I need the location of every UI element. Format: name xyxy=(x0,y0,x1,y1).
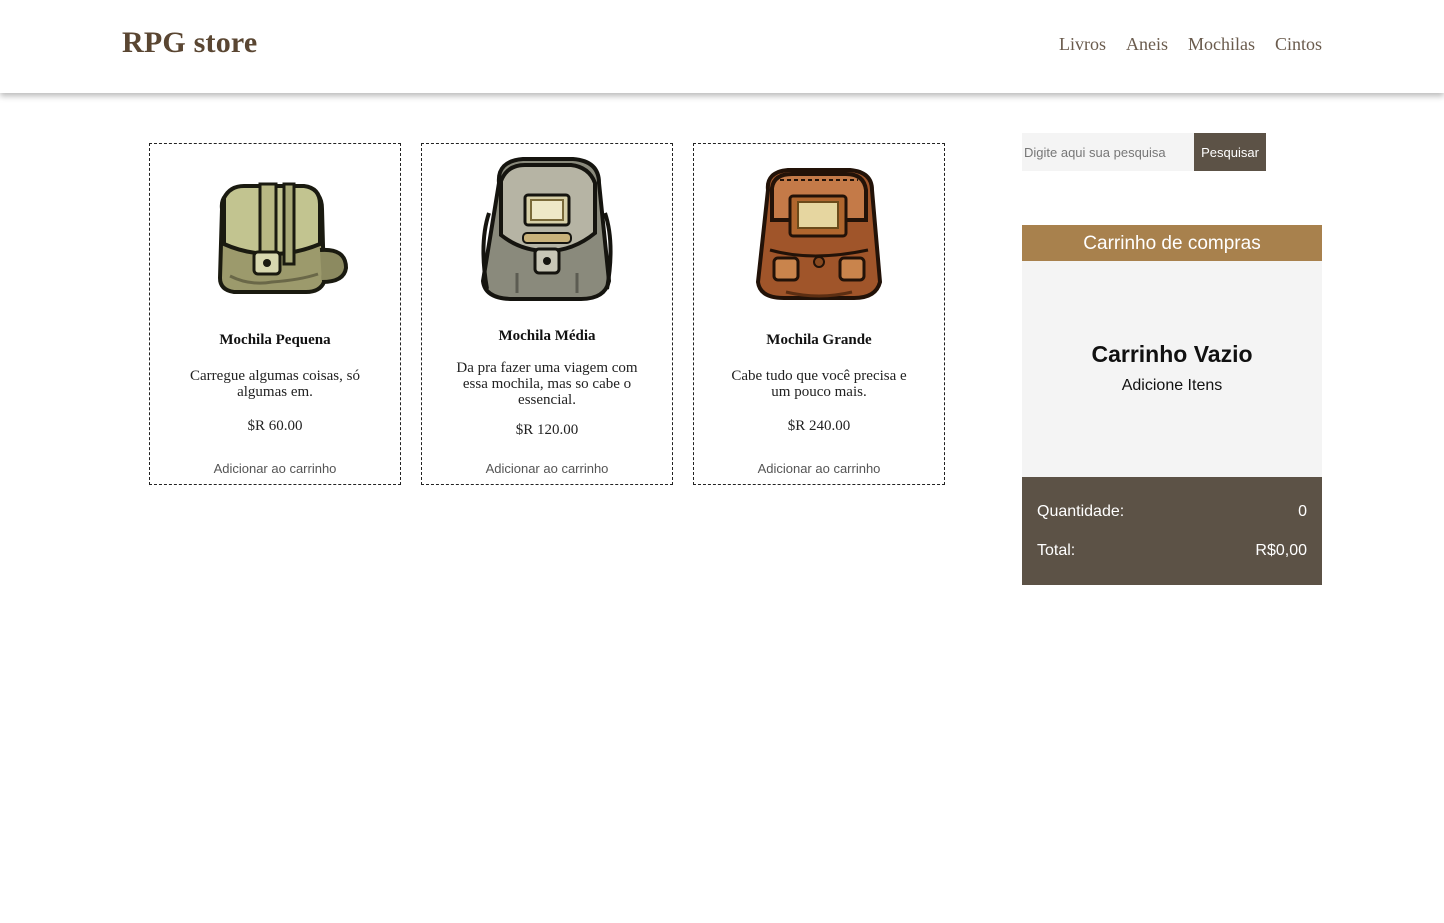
search-bar: Pesquisar xyxy=(1022,133,1266,171)
cart-empty-title: Carrinho Vazio xyxy=(1091,341,1253,367)
product-image xyxy=(422,150,672,306)
product-card: Mochila Pequena Carregue algumas coisas,… xyxy=(149,143,401,485)
cart-summary: Quantidade: 0 Total: R$0,00 xyxy=(1022,477,1322,585)
product-image xyxy=(694,158,944,306)
shopping-cart: Carrinho de compras Carrinho Vazio Adici… xyxy=(1022,225,1322,585)
add-to-cart-button[interactable]: Adicionar ao carrinho xyxy=(422,461,672,476)
cart-quantity-row: Quantidade: 0 xyxy=(1037,503,1307,521)
product-description: Da pra fazer uma viagem com essa mochila… xyxy=(456,360,638,408)
product-image xyxy=(150,154,400,304)
site-header: RPG store Livros Aneis Mochilas Cintos xyxy=(0,0,1444,93)
product-description: Cabe tudo que você precisa e um pouco ma… xyxy=(731,368,907,400)
nav-link-aneis[interactable]: Aneis xyxy=(1126,34,1168,55)
brown-large-backpack-icon xyxy=(755,168,883,300)
cart-empty-subtitle: Adicione Itens xyxy=(1121,377,1223,394)
grey-backpack-icon xyxy=(480,157,613,301)
product-price: $R 60.00 xyxy=(247,418,303,434)
product-name: Mochila Média xyxy=(498,328,596,344)
brand-logo[interactable]: RPG store xyxy=(122,26,257,60)
product-name: Mochila Pequena xyxy=(219,332,331,348)
product-card: Mochila Média Da pra fazer uma viagem co… xyxy=(421,143,673,485)
main-nav: Livros Aneis Mochilas Cintos xyxy=(1059,34,1322,55)
cart-items-area: Carrinho Vazio Adicione Itens xyxy=(1022,261,1322,477)
quantity-value: 0 xyxy=(1298,503,1307,520)
cart-total-row: Total: R$0,00 xyxy=(1037,542,1307,560)
add-to-cart-button[interactable]: Adicionar ao carrinho xyxy=(150,461,400,476)
nav-link-livros[interactable]: Livros xyxy=(1059,34,1106,55)
product-price: $R 240.00 xyxy=(787,418,851,434)
search-input[interactable] xyxy=(1022,133,1194,171)
quantity-label: Quantidade: xyxy=(1037,503,1125,520)
product-price: $R 120.00 xyxy=(515,422,579,438)
total-label: Total: xyxy=(1037,542,1076,559)
add-to-cart-button[interactable]: Adicionar ao carrinho xyxy=(694,461,944,476)
product-card: Mochila Grande Cabe tudo que você precis… xyxy=(693,143,945,485)
product-grid: Mochila Pequena Carregue algumas coisas,… xyxy=(149,143,945,485)
product-name: Mochila Grande xyxy=(766,332,872,348)
product-description: Carregue algumas coisas, só algumas em. xyxy=(190,368,360,400)
nav-link-mochilas[interactable]: Mochilas xyxy=(1188,34,1255,55)
search-button[interactable]: Pesquisar xyxy=(1194,133,1266,171)
nav-link-cintos[interactable]: Cintos xyxy=(1275,34,1322,55)
small-green-satchel-icon xyxy=(217,182,349,294)
total-value: R$0,00 xyxy=(1255,542,1307,559)
cart-title: Carrinho de compras xyxy=(1022,225,1322,261)
